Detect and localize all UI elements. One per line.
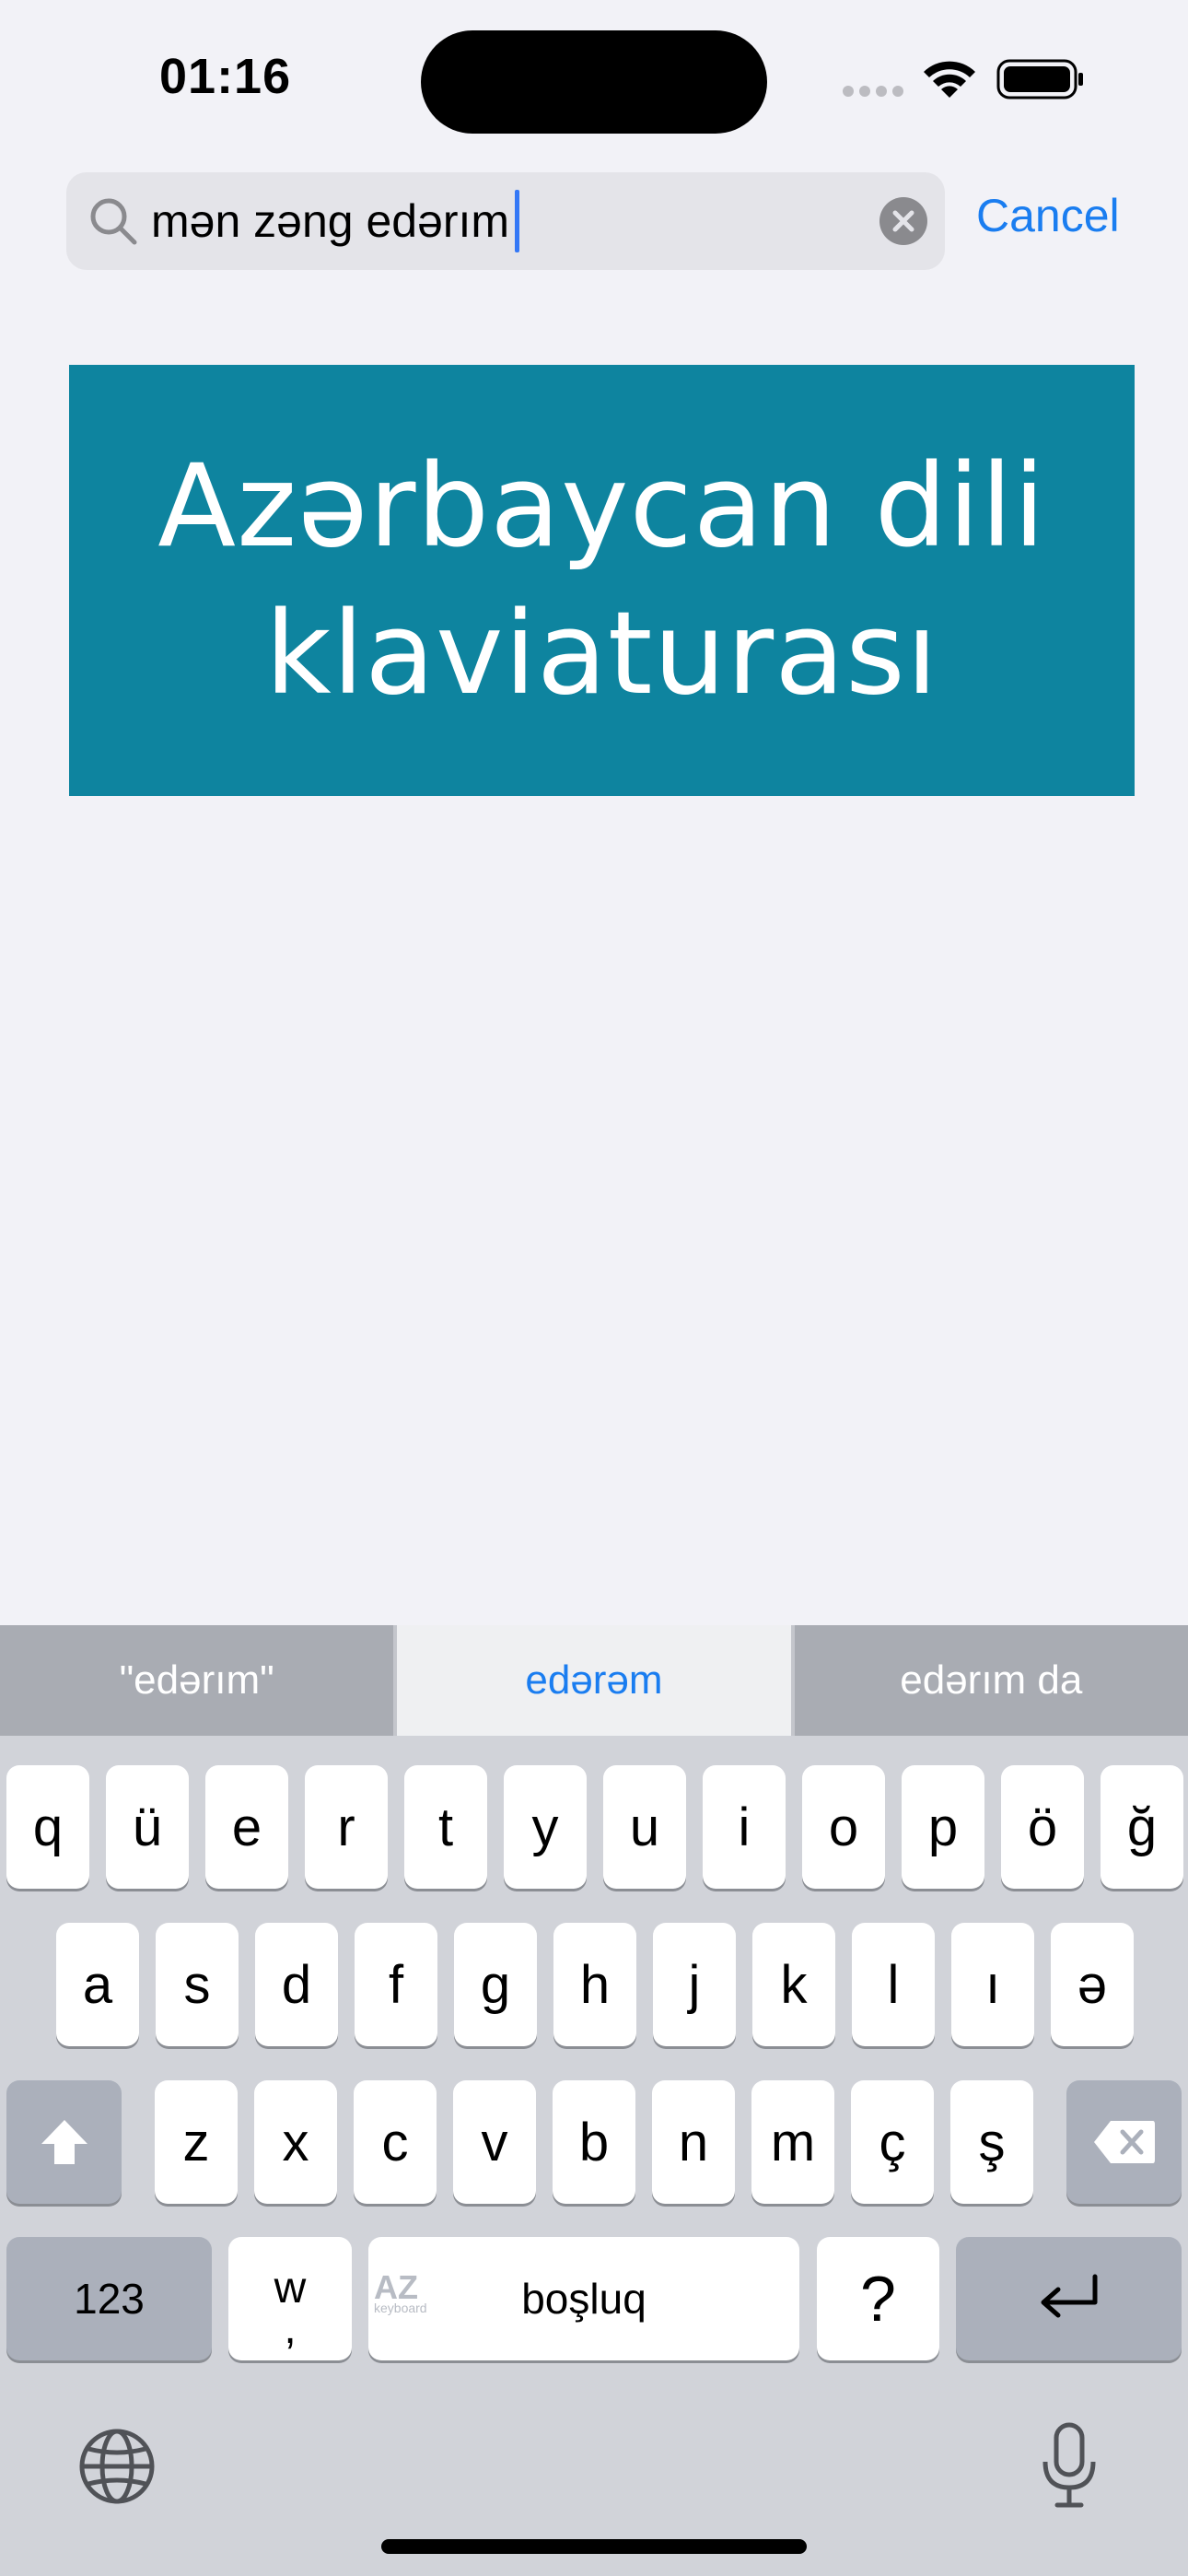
backspace-icon bbox=[1093, 2121, 1155, 2163]
key-j[interactable]: j bbox=[653, 1923, 736, 2046]
question-key[interactable]: ? bbox=[817, 2237, 939, 2360]
key-i[interactable]: i bbox=[703, 1765, 786, 1889]
key-n[interactable]: n bbox=[652, 2080, 735, 2204]
search-icon bbox=[90, 198, 137, 245]
dynamic-island bbox=[421, 30, 767, 134]
status-time: 01:16 bbox=[159, 49, 292, 104]
space-key[interactable]: AZ keyboard boşluq bbox=[368, 2237, 799, 2360]
key-z[interactable]: z bbox=[155, 2080, 238, 2204]
key-t[interactable]: t bbox=[404, 1765, 487, 1889]
home-indicator bbox=[381, 2539, 807, 2554]
title-banner: Azərbaycan dili klaviaturası bbox=[69, 365, 1135, 796]
az-keyboard-logo: AZ keyboard bbox=[374, 2268, 427, 2315]
key-b[interactable]: b bbox=[553, 2080, 635, 2204]
key-l[interactable]: l bbox=[852, 1923, 935, 2046]
key-ş[interactable]: ş bbox=[950, 2080, 1033, 2204]
key-ç[interactable]: ç bbox=[851, 2080, 934, 2204]
key-u[interactable]: u bbox=[603, 1765, 686, 1889]
key-ö[interactable]: ö bbox=[1001, 1765, 1084, 1889]
key-h[interactable]: h bbox=[553, 1923, 636, 2046]
banner-line-1: Azərbaycan dili bbox=[157, 440, 1046, 573]
key-d[interactable]: d bbox=[255, 1923, 338, 2046]
backspace-key[interactable] bbox=[1066, 2080, 1182, 2204]
suggestion-bar: "edərım" edərəm edərım da bbox=[0, 1625, 1188, 1736]
numbers-key[interactable]: 123 bbox=[6, 2237, 212, 2360]
key-q[interactable]: q bbox=[6, 1765, 89, 1889]
key-x[interactable]: x bbox=[254, 2080, 337, 2204]
suggestion-left[interactable]: "edərım" bbox=[0, 1625, 393, 1736]
clear-text-icon[interactable] bbox=[879, 196, 928, 246]
w-key-sub: , bbox=[284, 2304, 297, 2353]
key-v[interactable]: v bbox=[453, 2080, 536, 2204]
key-ı[interactable]: ı bbox=[951, 1923, 1034, 2046]
space-key-label: boşluq bbox=[521, 2275, 646, 2323]
key-ə[interactable]: ə bbox=[1051, 1923, 1134, 2046]
keyboard: "edərım" edərəm edərım da qüertyuiopöğ a… bbox=[0, 1625, 1188, 2576]
battery-icon bbox=[996, 59, 1083, 100]
key-p[interactable]: p bbox=[902, 1765, 984, 1889]
key-m[interactable]: m bbox=[751, 2080, 834, 2204]
banner-line-2: klaviaturası bbox=[264, 588, 939, 720]
key-e[interactable]: e bbox=[205, 1765, 288, 1889]
text-caret bbox=[515, 190, 519, 252]
globe-icon[interactable] bbox=[77, 2427, 157, 2506]
key-g[interactable]: g bbox=[454, 1923, 537, 2046]
key-s[interactable]: s bbox=[156, 1923, 239, 2046]
cellular-signal-icon bbox=[843, 86, 905, 97]
key-o[interactable]: o bbox=[802, 1765, 885, 1889]
search-input[interactable] bbox=[151, 183, 851, 259]
return-icon bbox=[1041, 2274, 1097, 2318]
key-y[interactable]: y bbox=[504, 1765, 587, 1889]
shift-icon bbox=[41, 2120, 87, 2164]
return-key[interactable] bbox=[956, 2237, 1182, 2360]
suggestion-middle[interactable]: edərəm bbox=[393, 1625, 795, 1736]
w-key[interactable]: w , bbox=[228, 2237, 352, 2360]
microphone-icon[interactable] bbox=[1041, 2421, 1098, 2510]
key-a[interactable]: a bbox=[56, 1923, 139, 2046]
cancel-button[interactable]: Cancel bbox=[976, 189, 1120, 242]
shift-key[interactable] bbox=[6, 2080, 122, 2204]
key-ü[interactable]: ü bbox=[106, 1765, 189, 1889]
suggestion-right[interactable]: edərım da bbox=[795, 1625, 1188, 1736]
key-r[interactable]: r bbox=[305, 1765, 388, 1889]
key-c[interactable]: c bbox=[354, 2080, 437, 2204]
key-f[interactable]: f bbox=[355, 1923, 437, 2046]
wifi-icon bbox=[924, 61, 975, 98]
key-ğ[interactable]: ğ bbox=[1101, 1765, 1183, 1889]
search-field[interactable] bbox=[66, 172, 945, 270]
key-k[interactable]: k bbox=[752, 1923, 835, 2046]
